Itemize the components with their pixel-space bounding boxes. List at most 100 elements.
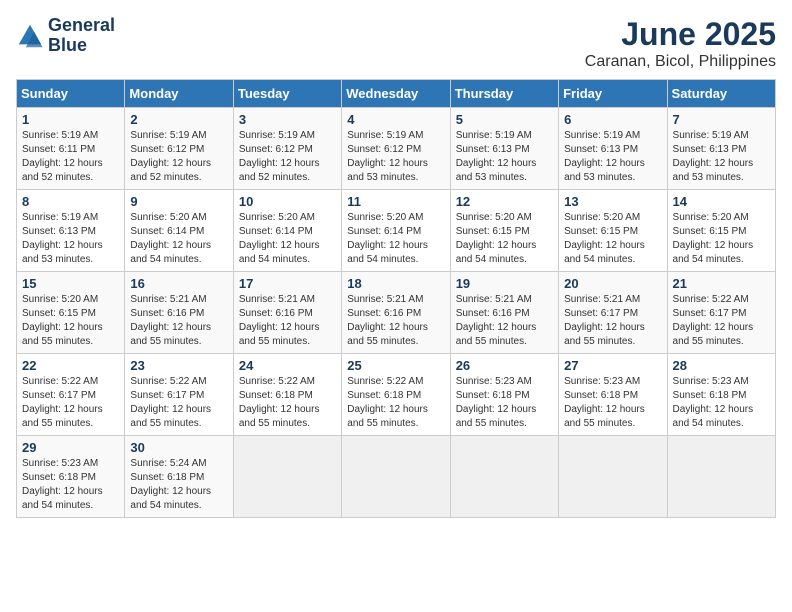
day-cell	[559, 436, 667, 518]
day-number: 6	[564, 112, 661, 127]
day-info: Sunrise: 5:19 AM Sunset: 6:12 PM Dayligh…	[239, 129, 336, 185]
col-header-saturday: Saturday	[667, 80, 775, 108]
col-header-monday: Monday	[125, 80, 233, 108]
location-title: Caranan, Bicol, Philippines	[585, 53, 776, 71]
day-cell	[450, 436, 558, 518]
day-number: 23	[130, 358, 227, 373]
day-info: Sunrise: 5:19 AM Sunset: 6:12 PM Dayligh…	[130, 129, 227, 185]
day-number: 27	[564, 358, 661, 373]
day-number: 2	[130, 112, 227, 127]
header: General Blue June 2025 Caranan, Bicol, P…	[16, 16, 776, 71]
week-row-1: 8 Sunrise: 5:19 AM Sunset: 6:13 PM Daylig…	[17, 190, 776, 272]
day-number: 16	[130, 276, 227, 291]
col-header-friday: Friday	[559, 80, 667, 108]
day-number: 5	[456, 112, 553, 127]
day-number: 4	[347, 112, 444, 127]
day-number: 18	[347, 276, 444, 291]
day-number: 3	[239, 112, 336, 127]
day-info: Sunrise: 5:22 AM Sunset: 6:18 PM Dayligh…	[347, 375, 444, 431]
day-number: 22	[22, 358, 119, 373]
day-number: 1	[22, 112, 119, 127]
day-cell: 28 Sunrise: 5:23 AM Sunset: 6:18 PM Dayli…	[667, 354, 775, 436]
day-number: 11	[347, 194, 444, 209]
day-cell: 19 Sunrise: 5:21 AM Sunset: 6:16 PM Dayli…	[450, 272, 558, 354]
day-cell: 2 Sunrise: 5:19 AM Sunset: 6:12 PM Daylig…	[125, 108, 233, 190]
day-info: Sunrise: 5:20 AM Sunset: 6:15 PM Dayligh…	[22, 293, 119, 349]
day-cell: 24 Sunrise: 5:22 AM Sunset: 6:18 PM Dayli…	[233, 354, 341, 436]
day-number: 20	[564, 276, 661, 291]
col-header-wednesday: Wednesday	[342, 80, 450, 108]
day-cell: 5 Sunrise: 5:19 AM Sunset: 6:13 PM Daylig…	[450, 108, 558, 190]
day-info: Sunrise: 5:21 AM Sunset: 6:16 PM Dayligh…	[347, 293, 444, 349]
header-row: SundayMondayTuesdayWednesdayThursdayFrid…	[17, 80, 776, 108]
day-info: Sunrise: 5:19 AM Sunset: 6:13 PM Dayligh…	[456, 129, 553, 185]
day-info: Sunrise: 5:20 AM Sunset: 6:14 PM Dayligh…	[239, 211, 336, 267]
day-number: 12	[456, 194, 553, 209]
day-cell: 9Sunrise: 5:20 AM Sunset: 6:14 PM Daylig…	[125, 190, 233, 272]
day-info: Sunrise: 5:20 AM Sunset: 6:15 PM Dayligh…	[456, 211, 553, 267]
day-info: Sunrise: 5:21 AM Sunset: 6:16 PM Dayligh…	[239, 293, 336, 349]
day-cell: 21 Sunrise: 5:22 AM Sunset: 6:17 PM Dayli…	[667, 272, 775, 354]
logo-icon	[16, 22, 44, 50]
day-cell: 18 Sunrise: 5:21 AM Sunset: 6:16 PM Dayli…	[342, 272, 450, 354]
day-cell: 1 Sunrise: 5:19 AM Sunset: 6:11 PM Daylig…	[17, 108, 125, 190]
day-cell: 16Sunrise: 5:21 AM Sunset: 6:16 PM Dayli…	[125, 272, 233, 354]
day-cell: 22 Sunrise: 5:22 AM Sunset: 6:17 PM Dayli…	[17, 354, 125, 436]
day-info: Sunrise: 5:21 AM Sunset: 6:17 PM Dayligh…	[564, 293, 661, 349]
day-info: Sunrise: 5:22 AM Sunset: 6:17 PM Dayligh…	[673, 293, 770, 349]
day-info: Sunrise: 5:21 AM Sunset: 6:16 PM Dayligh…	[456, 293, 553, 349]
day-cell: 12 Sunrise: 5:20 AM Sunset: 6:15 PM Dayli…	[450, 190, 558, 272]
day-cell: 6 Sunrise: 5:19 AM Sunset: 6:13 PM Daylig…	[559, 108, 667, 190]
day-info: Sunrise: 5:23 AM Sunset: 6:18 PM Dayligh…	[456, 375, 553, 431]
day-number: 30	[130, 440, 227, 455]
day-cell: 27 Sunrise: 5:23 AM Sunset: 6:18 PM Dayli…	[559, 354, 667, 436]
day-number: 24	[239, 358, 336, 373]
day-number: 29	[22, 440, 119, 455]
day-number: 14	[673, 194, 770, 209]
day-cell: 20 Sunrise: 5:21 AM Sunset: 6:17 PM Dayli…	[559, 272, 667, 354]
day-info: Sunrise: 5:22 AM Sunset: 6:17 PM Dayligh…	[22, 375, 119, 431]
day-info: Sunrise: 5:22 AM Sunset: 6:18 PM Dayligh…	[239, 375, 336, 431]
day-number: 26	[456, 358, 553, 373]
day-number: 19	[456, 276, 553, 291]
day-info: Sunrise: 5:23 AM Sunset: 6:18 PM Dayligh…	[564, 375, 661, 431]
day-number: 28	[673, 358, 770, 373]
day-cell: 17 Sunrise: 5:21 AM Sunset: 6:16 PM Dayli…	[233, 272, 341, 354]
day-info: Sunrise: 5:24 AM Sunset: 6:18 PM Dayligh…	[130, 457, 227, 513]
week-row-0: 1 Sunrise: 5:19 AM Sunset: 6:11 PM Daylig…	[17, 108, 776, 190]
day-info: Sunrise: 5:19 AM Sunset: 6:12 PM Dayligh…	[347, 129, 444, 185]
calendar-table: SundayMondayTuesdayWednesdayThursdayFrid…	[16, 79, 776, 518]
day-cell: 14 Sunrise: 5:20 AM Sunset: 6:15 PM Dayli…	[667, 190, 775, 272]
day-cell: 15Sunrise: 5:20 AM Sunset: 6:15 PM Dayli…	[17, 272, 125, 354]
day-info: Sunrise: 5:19 AM Sunset: 6:11 PM Dayligh…	[22, 129, 119, 185]
day-number: 8	[22, 194, 119, 209]
day-number: 7	[673, 112, 770, 127]
day-cell: 7Sunrise: 5:19 AM Sunset: 6:13 PM Daylig…	[667, 108, 775, 190]
week-row-4: 29Sunrise: 5:23 AM Sunset: 6:18 PM Dayli…	[17, 436, 776, 518]
month-title: June 2025	[585, 16, 776, 53]
day-cell	[342, 436, 450, 518]
day-info: Sunrise: 5:19 AM Sunset: 6:13 PM Dayligh…	[22, 211, 119, 267]
day-info: Sunrise: 5:20 AM Sunset: 6:14 PM Dayligh…	[347, 211, 444, 267]
week-row-3: 22 Sunrise: 5:22 AM Sunset: 6:17 PM Dayli…	[17, 354, 776, 436]
day-number: 21	[673, 276, 770, 291]
week-row-2: 15Sunrise: 5:20 AM Sunset: 6:15 PM Dayli…	[17, 272, 776, 354]
title-area: June 2025 Caranan, Bicol, Philippines	[585, 16, 776, 71]
day-info: Sunrise: 5:19 AM Sunset: 6:13 PM Dayligh…	[564, 129, 661, 185]
day-number: 10	[239, 194, 336, 209]
day-info: Sunrise: 5:20 AM Sunset: 6:15 PM Dayligh…	[564, 211, 661, 267]
logo: General Blue	[16, 16, 115, 56]
col-header-sunday: Sunday	[17, 80, 125, 108]
day-info: Sunrise: 5:22 AM Sunset: 6:17 PM Dayligh…	[130, 375, 227, 431]
day-cell: 11 Sunrise: 5:20 AM Sunset: 6:14 PM Dayli…	[342, 190, 450, 272]
day-info: Sunrise: 5:23 AM Sunset: 6:18 PM Dayligh…	[673, 375, 770, 431]
day-cell: 23 Sunrise: 5:22 AM Sunset: 6:17 PM Dayli…	[125, 354, 233, 436]
day-cell: 25 Sunrise: 5:22 AM Sunset: 6:18 PM Dayli…	[342, 354, 450, 436]
day-cell: 8 Sunrise: 5:19 AM Sunset: 6:13 PM Daylig…	[17, 190, 125, 272]
logo-text: General Blue	[48, 16, 115, 56]
day-info: Sunrise: 5:20 AM Sunset: 6:15 PM Dayligh…	[673, 211, 770, 267]
day-number: 25	[347, 358, 444, 373]
day-cell	[233, 436, 341, 518]
day-number: 17	[239, 276, 336, 291]
col-header-tuesday: Tuesday	[233, 80, 341, 108]
